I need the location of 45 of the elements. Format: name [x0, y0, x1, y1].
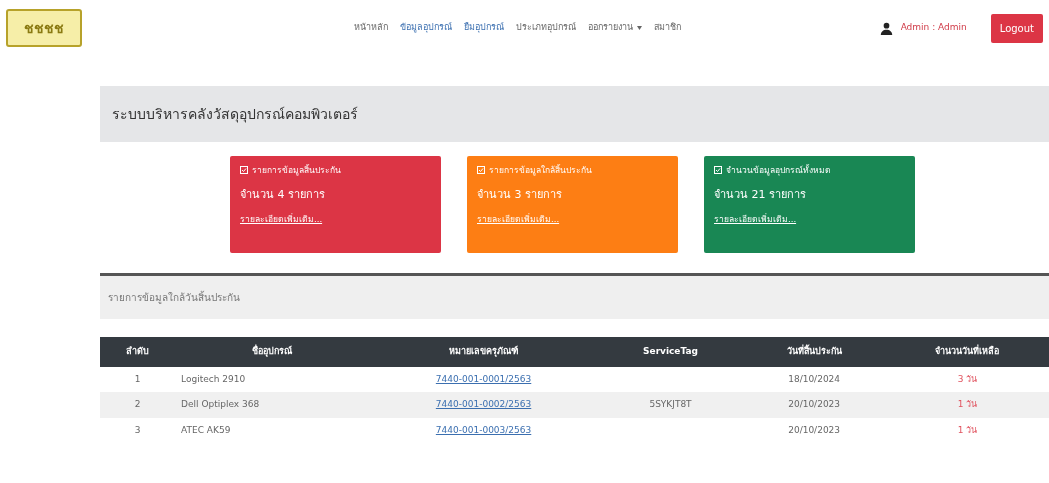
- table-cell: 2: [134, 399, 141, 409]
- column-header: ชื่ออุปกรณ์: [175, 337, 369, 367]
- logout-button[interactable]: Logout: [990, 13, 1043, 43]
- asset-link[interactable]: 7440-001-0003/2563: [435, 424, 532, 435]
- user-icon: [879, 21, 893, 35]
- table-cell: 1: [134, 373, 141, 384]
- page-title: ระบบบริหารคลังวัสดุอุปกรณ์คอมพิวเตอร์: [100, 86, 1049, 142]
- asset-link[interactable]: 7440-001-0001/2563: [435, 373, 532, 384]
- nav-link[interactable]: สมาชิก: [654, 21, 681, 35]
- card-heading: รายการข้อมูลสิ้นประกัน: [252, 164, 341, 177]
- checkbox-icon: [477, 166, 485, 175]
- days-left: 3 วัน: [957, 373, 978, 384]
- nav-link[interactable]: ออกรายงาน: [588, 21, 642, 35]
- column-header: ลำดับ: [100, 337, 176, 367]
- nav-link[interactable]: ประเภทอุปกรณ์: [516, 21, 576, 35]
- card-count: จำนวน 21 รายการ: [714, 186, 807, 203]
- checkbox-icon: [714, 166, 722, 175]
- table-cell: Logitech 2910: [181, 373, 246, 384]
- asset-link[interactable]: 7440-001-0002/2563: [435, 399, 532, 409]
- nav-link[interactable]: หน้าหลัก: [354, 21, 388, 35]
- nav-link[interactable]: ยืมอุปกรณ์: [464, 21, 504, 35]
- details-link[interactable]: รายละเอียดเพิ่มเติม...: [714, 214, 797, 225]
- column-header: จำนวนวันที่เหลือ: [885, 337, 1049, 367]
- user-name: Admin : Admin: [900, 21, 967, 35]
- card-heading: จำนวนข้อมูลอุปกรณ์ทั้งหมด: [726, 164, 831, 177]
- days-left: 1 วัน: [957, 399, 978, 409]
- logo[interactable]: ชชชช: [6, 9, 82, 47]
- column-header: วันที่สิ้นประกัน: [742, 337, 886, 367]
- column-header: ServiceTag: [598, 337, 743, 367]
- section-heading: รายการข้อมูลใกล้วันสิ้นประกัน: [100, 273, 1049, 319]
- table-cell: ATEC AK59: [181, 424, 231, 435]
- table-cell: 5SYKJT8T: [649, 399, 692, 409]
- card-heading: รายการข้อมูลใกล้สิ้นประกัน: [489, 164, 592, 177]
- card-count: จำนวน 3 รายการ: [477, 186, 563, 203]
- card-count: จำนวน 4 รายการ: [240, 186, 326, 203]
- table-cell: 20/10/2023: [788, 424, 841, 435]
- details-link[interactable]: รายละเอียดเพิ่มเติม...: [240, 214, 323, 225]
- days-left: 1 วัน: [957, 424, 978, 435]
- nav-link[interactable]: ข้อมูลอุปกรณ์: [400, 21, 452, 35]
- checkbox-icon: [240, 166, 248, 175]
- table-cell: 3: [134, 424, 141, 435]
- table-cell: 20/10/2023: [788, 399, 841, 409]
- table-cell: 18/10/2024: [788, 373, 841, 384]
- column-header: หมายเลขครุภัณฑ์: [368, 337, 599, 367]
- table-cell: Dell Optiplex 368: [181, 399, 260, 409]
